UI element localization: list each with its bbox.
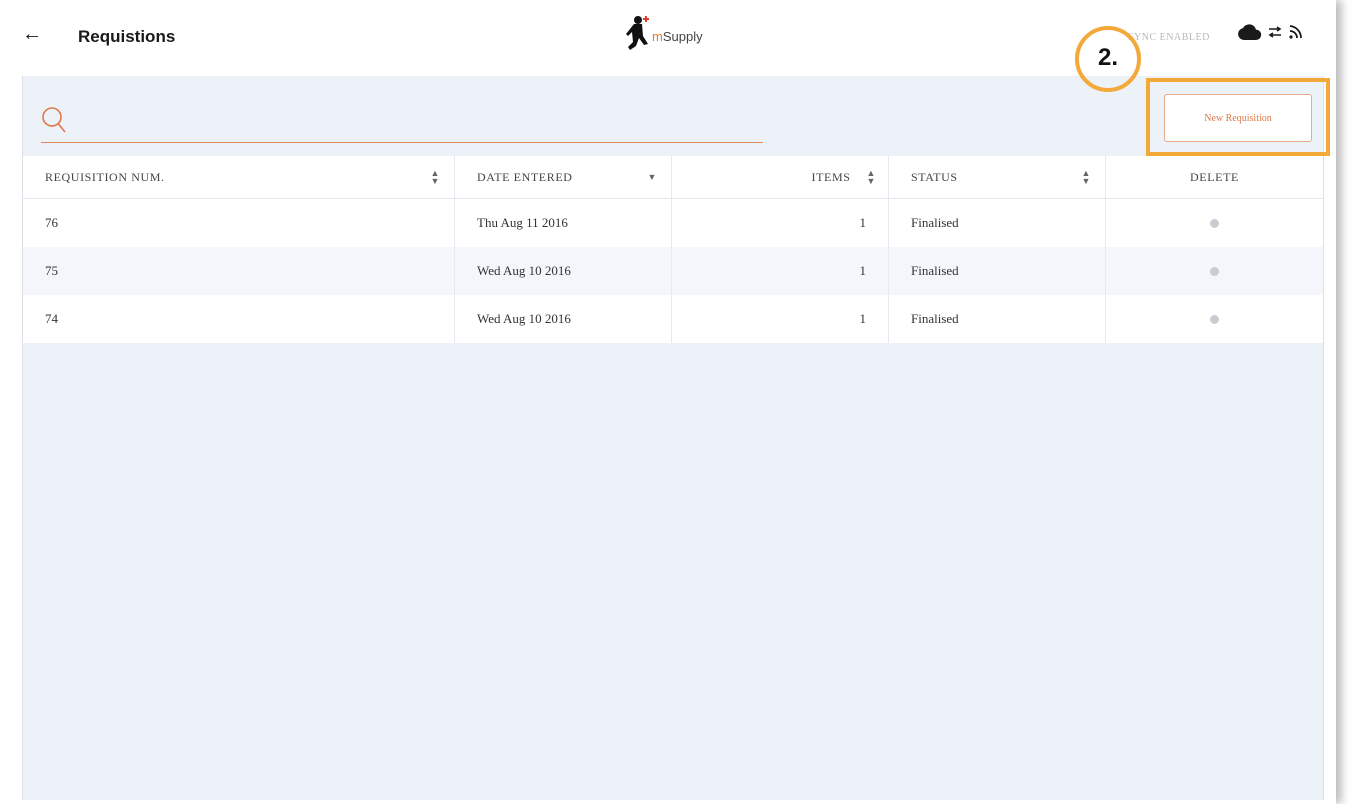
sort-icon: ▲ ▼ bbox=[430, 168, 440, 186]
wifi-signal-icon bbox=[1289, 25, 1302, 39]
requisitions-table: REQUISITION NUM. ▲ ▼ DATE ENTERED ▼ ITEMS… bbox=[23, 156, 1323, 343]
sort-icon: ▲ ▼ bbox=[1081, 168, 1091, 186]
requisition-num-cell: 76 bbox=[23, 199, 455, 247]
search-icon bbox=[42, 107, 66, 133]
app-window: ← Requistions mSupply SYNC ENABLED New R… bbox=[0, 0, 1336, 804]
sort-descending-icon: ▼ bbox=[647, 172, 657, 182]
column-header-delete: DELETE bbox=[1190, 169, 1239, 184]
table-row[interactable]: 74 Wed Aug 10 2016 1 Finalised bbox=[23, 295, 1323, 343]
status-cell: Finalised bbox=[889, 247, 1106, 295]
delete-cell bbox=[1106, 199, 1323, 247]
delete-dot-icon[interactable] bbox=[1210, 218, 1219, 228]
table-header: REQUISITION NUM. ▲ ▼ DATE ENTERED ▼ ITEMS… bbox=[23, 156, 1323, 199]
requisitions-panel: New Requisition REQUISITION NUM. ▲ ▼ DATE… bbox=[22, 76, 1324, 800]
column-header-status[interactable]: STATUS ▲ ▼ bbox=[889, 156, 1106, 198]
column-header-date-entered[interactable]: DATE ENTERED ▼ bbox=[455, 156, 672, 198]
items-cell: 1 bbox=[672, 199, 889, 247]
sync-arrows-icon bbox=[1268, 26, 1282, 38]
page-title: Requistions bbox=[78, 27, 176, 46]
delete-cell bbox=[1106, 295, 1323, 343]
annotation-highlight-box bbox=[1146, 78, 1330, 156]
column-header-requisition-num[interactable]: REQUISITION NUM. ▲ ▼ bbox=[23, 156, 455, 198]
back-arrow-icon[interactable]: ← bbox=[22, 24, 42, 44]
status-cell: Finalised bbox=[889, 295, 1106, 343]
app-logo: mSupply bbox=[624, 14, 703, 54]
items-cell: 1 bbox=[672, 295, 889, 343]
date-entered-cell: Thu Aug 11 2016 bbox=[455, 199, 672, 247]
delete-cell bbox=[1106, 247, 1323, 295]
search-bar bbox=[41, 102, 763, 143]
cloud-icon bbox=[1238, 24, 1262, 40]
column-header-items[interactable]: ITEMS ▲ ▼ bbox=[672, 156, 889, 198]
status-cell: Finalised bbox=[889, 199, 1106, 247]
sort-icon: ▲ ▼ bbox=[866, 168, 876, 186]
table-row[interactable]: 76 Thu Aug 11 2016 1 Finalised bbox=[23, 199, 1323, 247]
annotation-step-label: 2. bbox=[1098, 44, 1119, 71]
delete-dot-icon[interactable] bbox=[1210, 314, 1219, 324]
status-icons bbox=[1238, 24, 1302, 40]
delete-dot-icon[interactable] bbox=[1210, 266, 1219, 276]
runner-logo-icon bbox=[626, 16, 649, 50]
requisition-num-cell: 74 bbox=[23, 295, 455, 343]
date-entered-cell: Wed Aug 10 2016 bbox=[455, 295, 672, 343]
search-input[interactable] bbox=[77, 108, 761, 138]
items-cell: 1 bbox=[672, 247, 889, 295]
requisition-num-cell: 75 bbox=[23, 247, 455, 295]
table-row[interactable]: 75 Wed Aug 10 2016 1 Finalised bbox=[23, 247, 1323, 295]
date-entered-cell: Wed Aug 10 2016 bbox=[455, 247, 672, 295]
sync-status: SYNC ENABLED bbox=[1128, 32, 1210, 43]
logo-text: mSupply bbox=[652, 28, 703, 44]
